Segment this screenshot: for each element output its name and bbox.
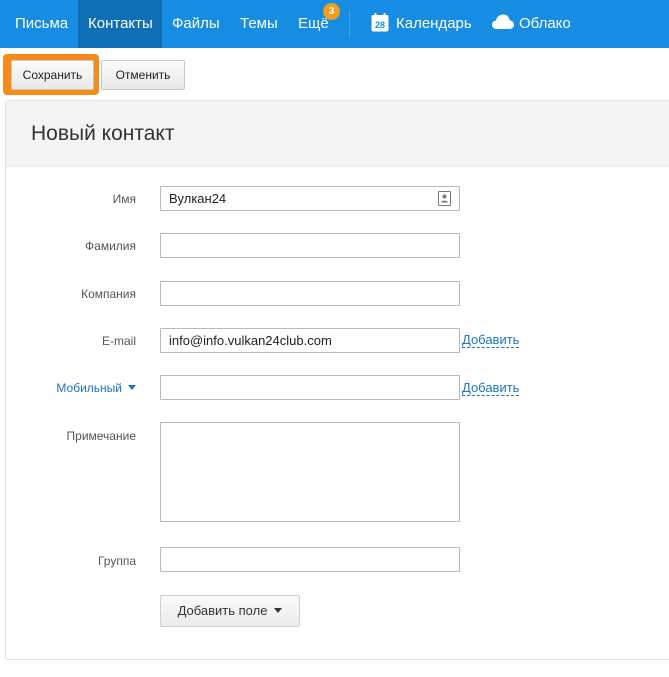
group-label: Группа [97,554,136,568]
group-input[interactable] [160,547,460,572]
first-name-label: Имя [112,192,136,206]
nav-more[interactable]: Ещё [287,0,329,48]
add-field-label: Добавить поле [177,603,268,618]
more-badge: 3 [323,3,340,20]
nav-calendar[interactable]: 28 Календарь [371,0,472,48]
note-textarea[interactable] [160,422,460,522]
cancel-button[interactable]: Отменить [101,60,185,90]
add-email-link[interactable]: Добавить [462,333,520,348]
card-header: Новый контакт [6,101,669,167]
phone-type-selector[interactable]: Мобильный [16,381,136,395]
save-button[interactable]: Сохранить [11,60,94,90]
chevron-down-icon [274,608,283,614]
page-title: Новый контакт [31,122,175,145]
phone-input[interactable] [160,375,460,400]
email-input[interactable] [160,328,460,353]
phone-type-label: Мобильный [56,381,122,395]
nav-themes[interactable]: Темы [230,0,278,48]
nav-files[interactable]: Файлы [162,0,220,48]
last-name-label: Фамилия [85,239,136,253]
last-name-input[interactable] [160,233,460,258]
add-field-button[interactable]: Добавить поле [160,595,300,627]
calendar-day: 28 [375,20,385,30]
company-input[interactable] [160,281,460,306]
nav-mail[interactable]: Письма [0,0,78,48]
top-nav: Письма Контакты Файлы Темы Ещё 3 28 Кале… [0,0,669,48]
nav-divider [349,10,350,38]
nav-cloud-label: Облако [519,15,571,32]
nav-contacts[interactable]: Контакты [78,0,162,48]
contact-card-icon[interactable] [438,191,451,206]
chevron-down-icon [128,385,136,391]
nav-calendar-label: Календарь [396,15,472,32]
company-label: Компания [81,287,136,301]
nav-cloud[interactable]: Облако [492,0,571,48]
calendar-icon: 28 [371,12,389,32]
note-label: Примечание [66,429,136,443]
email-label: E-mail [101,334,136,348]
first-name-input[interactable] [160,186,460,211]
cloud-icon [492,14,514,30]
add-phone-link[interactable]: Добавить [462,381,520,396]
